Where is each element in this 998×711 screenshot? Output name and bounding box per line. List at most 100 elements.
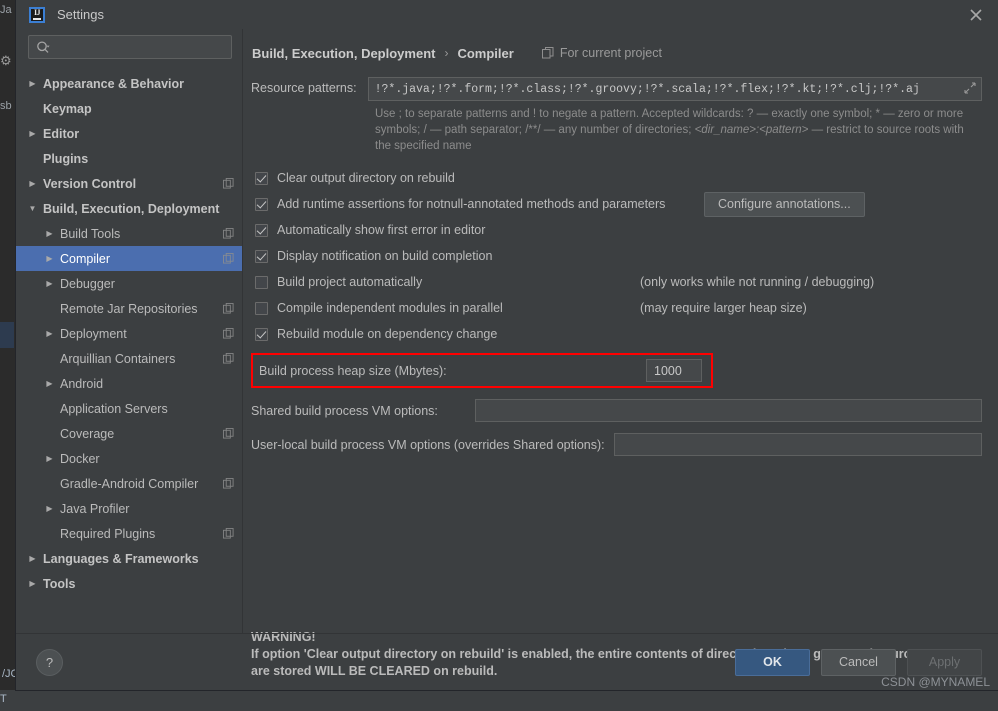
userlocal-vm-options-label: User-local build process VM options (ove… <box>251 437 605 452</box>
apply-button: Apply <box>907 648 982 676</box>
sidebar-item-application-servers[interactable]: Application Servers <box>16 396 242 421</box>
hint-line-2-italic: <dir_name>:<pattern> <box>694 124 809 136</box>
sidebar-item-label: Tools <box>43 576 76 591</box>
project-scope-icon <box>223 328 234 339</box>
sidebar-item-label: Application Servers <box>60 401 168 416</box>
ok-button[interactable]: OK <box>735 648 810 676</box>
chevron-right-icon[interactable]: ▶ <box>43 329 56 338</box>
sidebar-item-android[interactable]: ▶ Android <box>16 371 242 396</box>
sidebar-item-coverage[interactable]: Coverage <box>16 421 242 446</box>
sidebar-item-tools[interactable]: ▶ Tools <box>16 571 242 596</box>
checkbox-build-project-automatically[interactable] <box>255 275 268 289</box>
sidebar-item-languages-frameworks[interactable]: ▶ Languages & Frameworks <box>16 546 242 571</box>
sidebar-item-plugins[interactable]: Plugins <box>16 146 242 171</box>
sidebar-item-label: Debugger <box>60 276 115 291</box>
sidebar-item-docker[interactable]: ▶ Docker <box>16 446 242 471</box>
expand-icon[interactable] <box>964 82 976 94</box>
breadcrumb-parent[interactable]: Build, Execution, Deployment <box>252 46 435 61</box>
close-icon[interactable] <box>964 3 988 27</box>
resource-patterns-input[interactable]: !?*.java;!?*.form;!?*.class;!?*.groovy;!… <box>367 77 982 101</box>
checkbox-label[interactable]: Compile independent modules in parallel <box>277 301 503 315</box>
sidebar-item-label: Gradle-Android Compiler <box>60 476 199 491</box>
sidebar-item-gradle-android-compiler[interactable]: Gradle-Android Compiler <box>16 471 242 496</box>
checkbox-add-runtime-assertions-for-notnull-annotated-methods-and-parameters[interactable] <box>255 197 268 211</box>
checkbox-label[interactable]: Automatically show first error in editor <box>277 223 485 237</box>
shared-vm-options-input[interactable] <box>474 399 982 422</box>
build-heap-size-row: Build process heap size (Mbytes): 1000 <box>251 353 713 388</box>
checkbox-display-notification-on-build-completion[interactable] <box>255 249 268 263</box>
settings-main-panel: Build, Execution, Deployment › Compiler … <box>243 29 998 678</box>
cancel-button[interactable]: Cancel <box>821 648 896 676</box>
build-heap-size-input[interactable]: 1000 <box>646 359 702 382</box>
sidebar-item-build-tools[interactable]: ▶ Build Tools <box>16 221 242 246</box>
userlocal-vm-options-input[interactable] <box>613 433 982 456</box>
sidebar-item-version-control[interactable]: ▶ Version Control <box>16 171 242 196</box>
checkbox-label[interactable]: Display notification on build completion <box>277 249 492 263</box>
chevron-right-icon[interactable]: ▶ <box>43 254 56 263</box>
sidebar-item-arquillian-containers[interactable]: Arquillian Containers <box>16 346 242 371</box>
background-editor-text-mid: sb <box>0 100 12 112</box>
chevron-right-icon[interactable]: ▶ <box>26 79 39 88</box>
chevron-right-icon[interactable]: ▶ <box>26 179 39 188</box>
sidebar-item-editor[interactable]: ▶ Editor <box>16 121 242 146</box>
sidebar-item-java-profiler[interactable]: ▶ Java Profiler <box>16 496 242 521</box>
dialog-button-group: OK Cancel Apply <box>735 648 982 676</box>
hint-line-1: Use ; to separate patterns and ! to nega… <box>375 108 934 120</box>
sidebar-item-required-plugins[interactable]: Required Plugins <box>16 521 242 546</box>
sidebar-item-label: Languages & Frameworks <box>43 551 199 566</box>
help-button[interactable]: ? <box>36 648 63 676</box>
checkbox-automatically-show-first-error-in-editor[interactable] <box>255 223 268 237</box>
checkbox-label[interactable]: Rebuild module on dependency change <box>277 327 497 341</box>
breadcrumb-current: Compiler <box>457 45 514 61</box>
sidebar-item-label: Arquillian Containers <box>60 351 176 366</box>
chevron-right-icon[interactable]: ▶ <box>43 279 56 288</box>
sidebar-item-compiler[interactable]: ▶ Compiler <box>16 246 242 271</box>
checkbox-label[interactable]: Add runtime assertions for notnull-annot… <box>277 197 665 211</box>
project-scope-icon <box>223 528 234 539</box>
sidebar-item-label: Compiler <box>60 251 111 266</box>
checkbox-row: Rebuild module on dependency change <box>251 321 982 347</box>
sidebar-item-debugger[interactable]: ▶ Debugger <box>16 271 242 296</box>
checkbox-clear-output-directory-on-rebuild[interactable] <box>255 171 268 185</box>
configure-annotations-button[interactable]: Configure annotations... <box>704 191 865 217</box>
sidebar-item-build-execution-deployment[interactable]: ▼ Build, Execution, Deployment <box>16 196 242 221</box>
sidebar-item-appearance-behavior[interactable]: ▶ Appearance & Behavior <box>16 71 242 96</box>
chevron-right-icon[interactable]: ▶ <box>26 554 39 563</box>
chevron-right-icon[interactable]: ▶ <box>43 379 56 388</box>
checkbox-row: Build project automatically (only works w… <box>251 269 982 295</box>
project-scope-text: For current project <box>559 46 662 60</box>
sidebar-item-label: Keymap <box>43 101 92 116</box>
sidebar-item-label: Required Plugins <box>60 526 156 541</box>
checkbox-row: Automatically show first error in editor <box>251 217 982 243</box>
settings-sidebar: ▶ Appearance & Behavior Keymap ▶ Editor Plu… <box>16 29 243 633</box>
checkbox-row: Display notification on build completion <box>251 243 982 269</box>
chevron-right-icon[interactable]: ▶ <box>43 454 56 463</box>
checkbox-rebuild-module-on-dependency-change[interactable] <box>255 327 268 341</box>
checkbox-compile-independent-modules-in-parallel[interactable] <box>255 301 268 315</box>
sidebar-item-remote-jar-repositories[interactable]: Remote Jar Repositories <box>16 296 242 321</box>
chevron-right-icon[interactable]: ▶ <box>26 129 39 138</box>
sidebar-item-label: Plugins <box>43 151 89 166</box>
sidebar-item-label: Docker <box>60 451 100 466</box>
resource-patterns-label: Resource patterns: <box>251 81 357 95</box>
sidebar-item-deployment[interactable]: ▶ Deployment <box>16 321 242 346</box>
checkbox-row: Clear output directory on rebuild <box>251 165 982 191</box>
sidebar-item-keymap[interactable]: Keymap <box>16 96 242 121</box>
shared-vm-options-label: Shared build process VM options: <box>251 403 438 418</box>
checkbox-label[interactable]: Build project automatically <box>277 275 422 289</box>
chevron-right-icon[interactable]: ▶ <box>26 579 39 588</box>
checkbox-note: (may require larger heap size) <box>640 301 807 315</box>
sidebar-item-label: Build Tools <box>60 226 121 241</box>
search-input[interactable] <box>28 35 232 59</box>
sidebar-item-label: Remote Jar Repositories <box>60 301 198 316</box>
checkbox-label[interactable]: Clear output directory on rebuild <box>277 171 455 185</box>
chevron-down-icon[interactable]: ▼ <box>26 204 39 213</box>
resource-patterns-hint: Use ; to separate patterns and ! to nega… <box>375 106 977 154</box>
chevron-right-icon[interactable]: ▶ <box>43 504 56 513</box>
chevron-right-icon[interactable]: ▶ <box>43 229 56 238</box>
